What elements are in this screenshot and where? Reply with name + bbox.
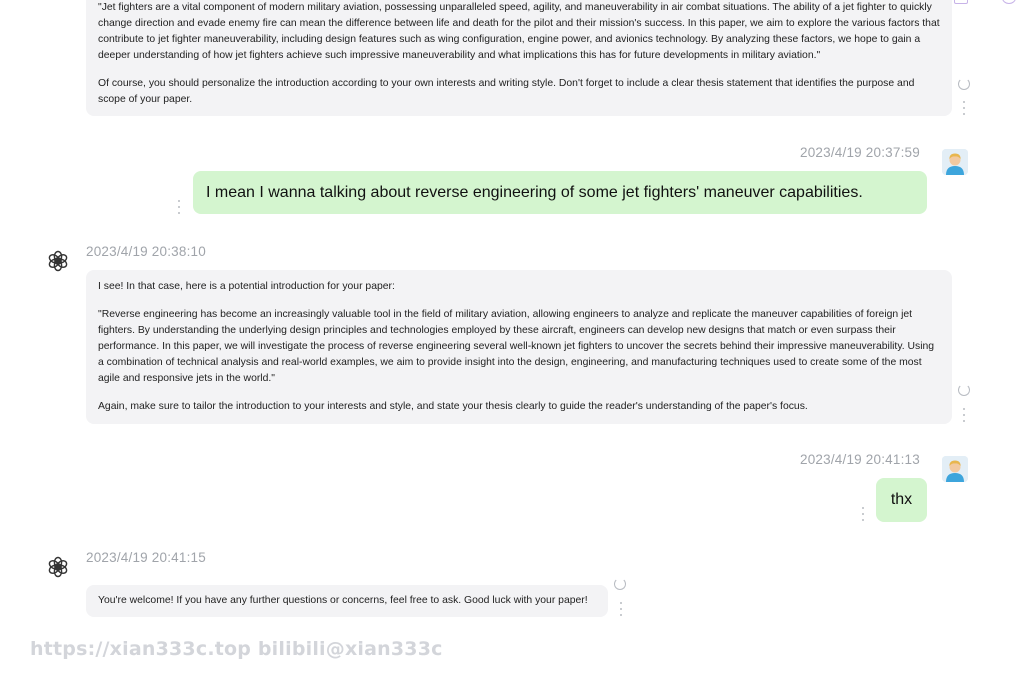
message-timestamp: 2023/4/19 20:38:10 [86, 244, 206, 259]
regenerate-icon[interactable] [614, 578, 626, 590]
message-timestamp: 2023/4/19 20:37:59 [800, 145, 920, 160]
regenerate-icon[interactable] [958, 384, 970, 396]
message-paragraph: "Jet fighters are a vital component of m… [98, 2, 940, 61]
message-paragraph: "Reverse engineering has become an incre… [98, 309, 935, 384]
message-text: I mean I wanna talking about reverse eng… [206, 183, 863, 201]
more-options-icon[interactable] [962, 408, 966, 422]
message-paragraph: Of course, you should personalize the in… [98, 78, 915, 105]
user-message-1: I mean I wanna talking about reverse eng… [193, 171, 927, 214]
user-message-2: thx [876, 478, 927, 522]
top-toolbar-circle-icon[interactable] [1002, 0, 1016, 4]
assistant-message-2: I see! In that case, here is a potential… [86, 270, 952, 424]
message-paragraph: Again, make sure to tailor the introduct… [98, 401, 808, 412]
watermark-text: https://xian333c.top bilibili@xian333c [30, 638, 443, 660]
message-paragraph: I see! In that case, here is a potential… [98, 281, 395, 292]
regenerate-icon[interactable] [958, 78, 970, 90]
assistant-message-3: You're welcome! If you have any further … [86, 585, 608, 617]
assistant-message-1: "Jet fighters are a vital component of m… [86, 0, 952, 116]
message-paragraph: You're welcome! If you have any further … [98, 595, 588, 606]
message-timestamp: 2023/4/19 20:41:13 [800, 452, 920, 467]
top-toolbar-icon[interactable] [954, 0, 968, 4]
more-options-icon[interactable] [962, 101, 966, 115]
more-options-icon[interactable] [861, 507, 865, 521]
openai-logo-icon [46, 555, 70, 579]
more-options-icon[interactable] [619, 602, 623, 616]
message-text: thx [890, 491, 913, 508]
user-avatar [942, 456, 968, 482]
more-options-icon[interactable] [177, 200, 181, 214]
openai-logo-icon [46, 249, 70, 273]
user-avatar [942, 149, 968, 175]
message-timestamp: 2023/4/19 20:41:15 [86, 550, 206, 565]
